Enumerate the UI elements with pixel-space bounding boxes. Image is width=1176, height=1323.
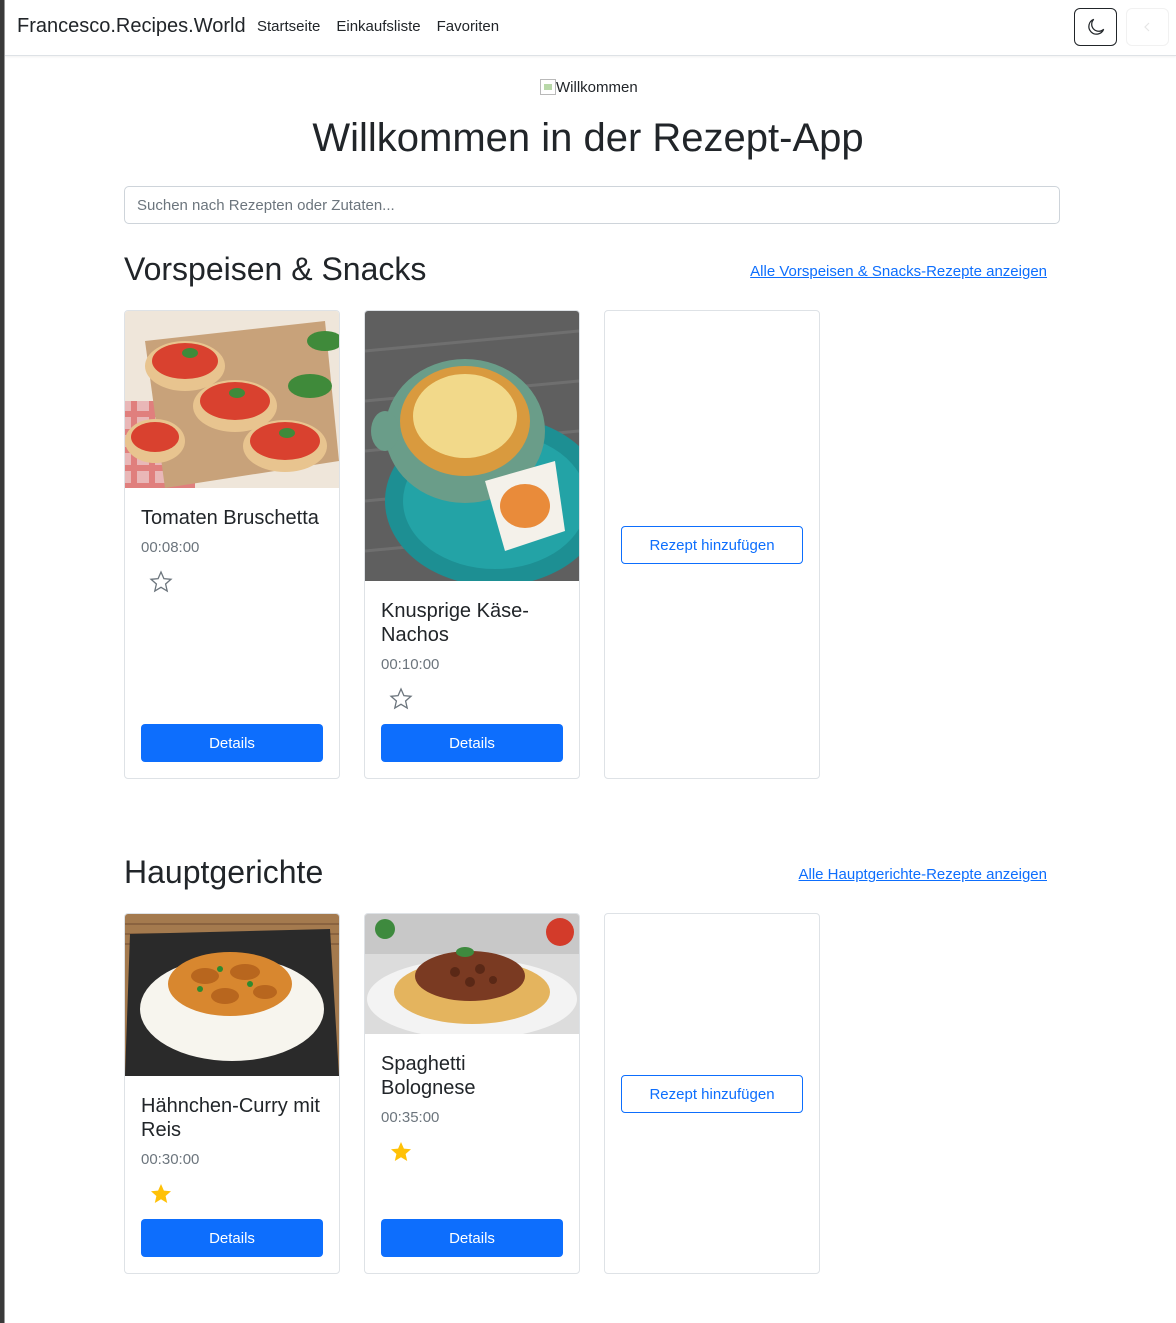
window-frame-border [4, 0, 5, 1323]
recipe-image-curry [125, 914, 339, 1076]
recipe-time: 00:08:00 [141, 539, 200, 556]
recipe-image-bruschetta [125, 311, 339, 488]
search-input[interactable] [124, 186, 1060, 224]
details-button[interactable]: Details [141, 1219, 323, 1257]
recipe-title: Hähnchen-Curry mit Reis [141, 1095, 320, 1141]
moon-icon [1087, 18, 1104, 35]
recipe-time: 00:30:00 [141, 1151, 200, 1168]
recipe-card: Hähnchen-Curry mit Reis 00:30:00 Details [124, 913, 340, 1274]
recipe-card: Knusprige Käse-Nachos 00:10:00 Details [364, 310, 580, 779]
star-filled-icon[interactable] [149, 1182, 173, 1206]
recipe-title: Tomaten Bruschetta [141, 507, 319, 529]
details-button[interactable]: Details [381, 724, 563, 762]
nav-link-startseite[interactable]: Startseite [257, 18, 320, 35]
broken-image-icon [540, 79, 556, 95]
secondary-nav-button[interactable] [1126, 8, 1169, 46]
recipe-time: 00:10:00 [381, 656, 440, 673]
section-link-vorspeisen[interactable]: Alle Vorspeisen & Snacks-Rezepte anzeige… [750, 263, 1047, 280]
hero-image: Willkommen [540, 77, 638, 97]
details-button[interactable]: Details [381, 1219, 563, 1257]
recipe-image-bolognese [365, 914, 579, 1034]
section-link-hauptgerichte[interactable]: Alle Hauptgerichte-Rezepte anzeigen [799, 866, 1048, 883]
star-filled-icon[interactable] [389, 1140, 413, 1164]
brand-link[interactable]: Francesco.Recipes.World [17, 15, 246, 38]
section-title-vorspeisen: Vorspeisen & Snacks [124, 251, 427, 287]
hero-image-alt: Willkommen [556, 78, 638, 96]
details-button[interactable]: Details [141, 724, 323, 762]
arrow-icon [1143, 22, 1149, 32]
add-recipe-card: Rezept hinzufügen [604, 913, 820, 1274]
recipe-time: 00:35:00 [381, 1109, 440, 1126]
add-recipe-button[interactable]: Rezept hinzufügen [621, 526, 803, 564]
star-outline-icon[interactable] [389, 687, 413, 711]
recipe-card: Tomaten Bruschetta 00:08:00 Details [124, 310, 340, 779]
recipe-title: Knusprige Käse-Nachos [381, 600, 529, 646]
nav-links: Startseite Einkaufsliste Favoriten [257, 18, 499, 35]
nav-link-einkaufsliste[interactable]: Einkaufsliste [336, 18, 420, 35]
add-recipe-card: Rezept hinzufügen [604, 310, 820, 779]
page-title: Willkommen in der Rezept-App [312, 116, 864, 160]
section-title-hauptgerichte: Hauptgerichte [124, 854, 324, 890]
recipe-title: Spaghetti Bolognese [381, 1053, 476, 1099]
recipe-card: Spaghetti Bolognese 00:35:00 Details [364, 913, 580, 1274]
star-outline-icon[interactable] [149, 570, 173, 594]
add-recipe-button[interactable]: Rezept hinzufügen [621, 1075, 803, 1113]
theme-toggle-button[interactable] [1074, 8, 1117, 46]
navbar: Francesco.Recipes.World Startseite Einka… [5, 0, 1176, 56]
recipe-image-nachos [365, 311, 579, 581]
nav-link-favoriten[interactable]: Favoriten [437, 18, 500, 35]
